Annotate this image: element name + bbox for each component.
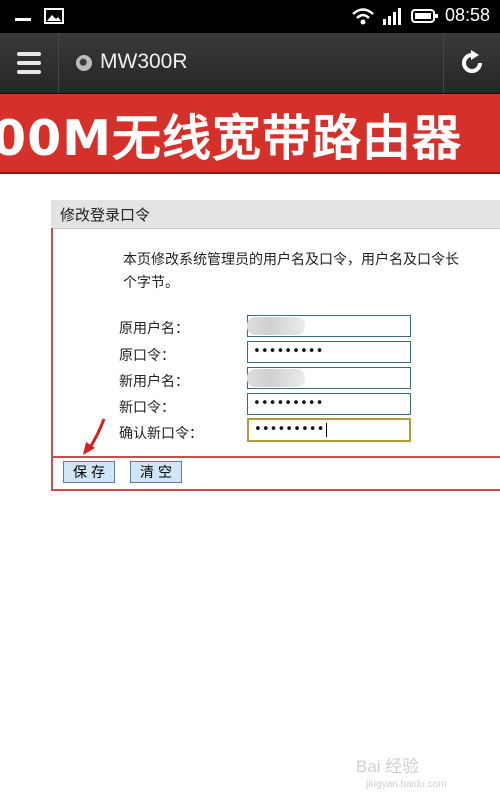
status-bar: 08:58 [0,0,500,33]
page-title: MW300R [100,50,188,73]
confirm-password-input[interactable]: ••••••••• [247,418,411,442]
signal-icon [382,7,401,25]
save-button[interactable]: 保存 [63,461,115,483]
old-password-label: 原口令： [119,348,175,364]
blurred-value [247,369,305,387]
new-password-label: 新口令： [119,400,175,416]
old-username-label: 原用户名： [119,321,189,337]
image-notification-icon [44,8,64,24]
confirm-password-label: 确认新口令： [119,426,203,442]
new-username-label: 新用户名： [119,374,189,390]
minimize-icon [15,18,31,21]
old-password-input[interactable]: ••••••••• [247,341,411,363]
menu-button[interactable] [0,33,59,93]
text-caret [326,422,328,437]
new-password-input[interactable]: ••••••••• [247,393,411,415]
battery-icon [410,8,438,23]
wifi-icon [352,7,374,24]
panel-header: 修改登录口令 [51,200,500,229]
hamburger-icon [17,70,41,74]
confirm-password-value: ••••••••• [254,422,325,437]
watermark-url: jingyan.baidu.com [366,779,447,790]
site-favicon-icon [76,55,92,71]
reload-icon [462,50,482,73]
hamburger-icon [17,52,41,56]
browser-toolbar: MW300R [0,33,500,94]
panel-title: 修改登录口令 [60,206,151,224]
divider [53,456,500,458]
blurred-value [247,317,305,335]
status-left [14,8,64,24]
banner-title: 00M无线宽带路由器 [0,110,462,167]
description-line: 个字节。 [123,275,179,291]
watermark: Bai 经验 [356,757,420,776]
status-right: 08:58 [351,5,490,26]
hamburger-icon [17,61,41,65]
clear-button[interactable]: 清空 [130,461,182,483]
description: 本页修改系统管理员的用户名及口令，用户名及口令长 个字节。 [123,249,500,295]
reload-button[interactable] [443,33,500,93]
clock: 08:58 [444,5,490,25]
router-banner: 00M无线宽带路由器 [0,94,500,174]
annotation-arrow-icon [83,418,106,455]
description-line: 本页修改系统管理员的用户名及口令，用户名及口令长 [123,252,459,268]
